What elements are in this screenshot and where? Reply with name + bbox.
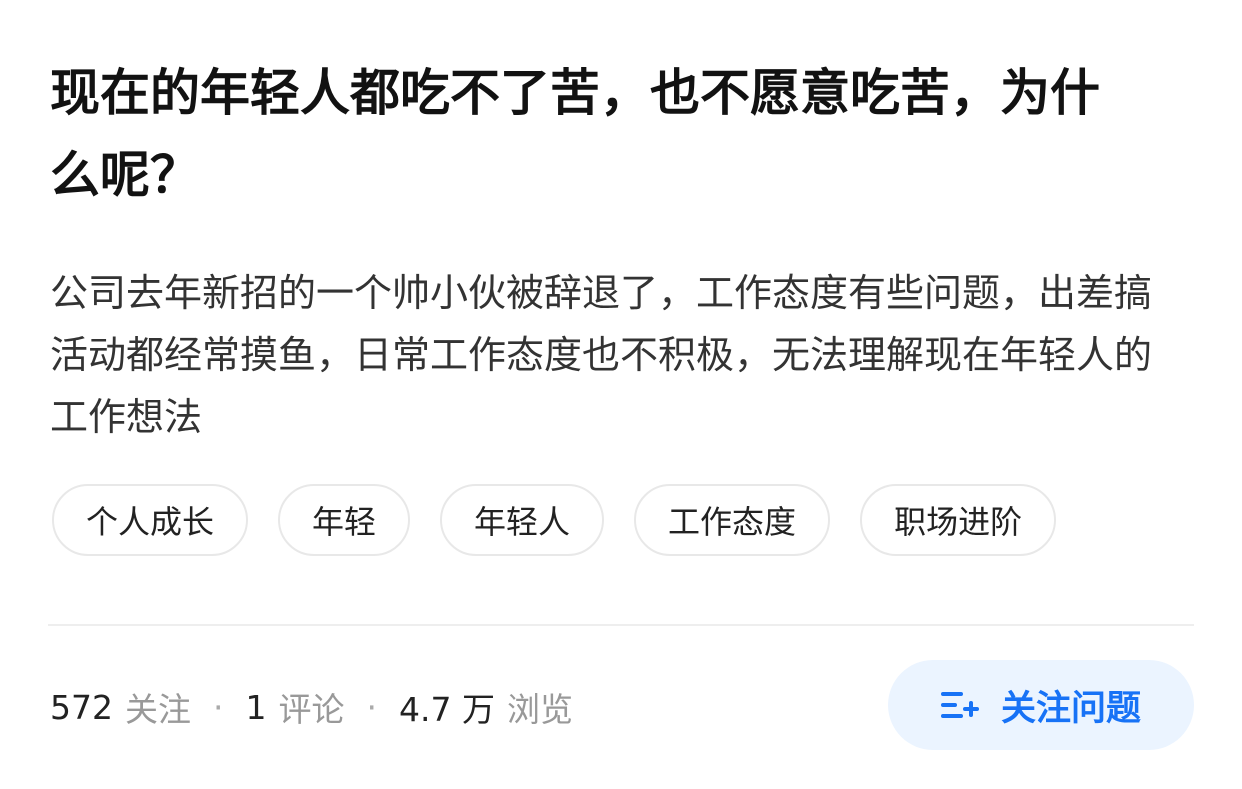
topic-tag[interactable]: 个人成长 xyxy=(52,484,249,556)
question-stats: 572 关注 · 1 评论 · 4.7 万 浏览 xyxy=(50,682,573,732)
follow-question-label: 关注问题 xyxy=(1000,688,1141,729)
view-count: 4.7 万 xyxy=(399,690,495,729)
follow-question-icon xyxy=(940,689,981,721)
follow-label: 关注 xyxy=(125,690,191,729)
stats-separator: · xyxy=(366,687,378,727)
topic-tag-list: 个人成长 年轻 年轻人 工作态度 职场进阶 xyxy=(52,484,1057,556)
question-detail: 公司去年新招的一个帅小伙被辞退了，工作态度有些问题，出差搞活动都经常摸鱼，日常工… xyxy=(50,271,1153,439)
comment-label[interactable]: 评论 xyxy=(279,683,345,731)
topic-tag[interactable]: 职场进阶 xyxy=(860,484,1057,556)
view-label: 浏览 xyxy=(506,690,573,729)
follow-count: 572 xyxy=(50,687,113,727)
divider xyxy=(48,624,1194,626)
question-title: 现在的年轻人都吃不了苦，也不愿意吃苦，为什么呢？ xyxy=(50,64,1100,204)
topic-tag[interactable]: 年轻人 xyxy=(440,484,605,556)
follow-question-button[interactable]: 关注问题 xyxy=(888,660,1194,750)
stats-separator: · xyxy=(213,687,224,727)
topic-tag[interactable]: 工作态度 xyxy=(634,484,831,556)
comment-count[interactable]: 1 xyxy=(246,688,267,727)
topic-tag[interactable]: 年轻 xyxy=(278,484,411,556)
